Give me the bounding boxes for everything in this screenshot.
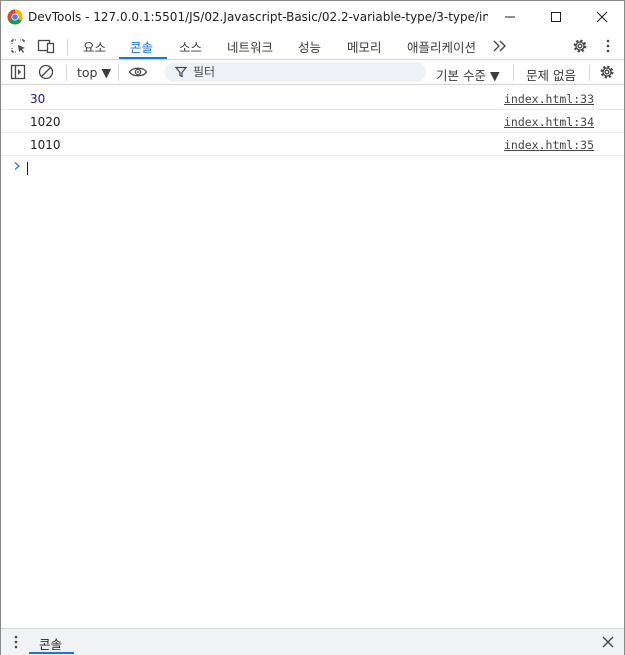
clear-console-icon[interactable] bbox=[38, 64, 54, 80]
message-value: 30 bbox=[30, 92, 46, 106]
toolbar-separator bbox=[589, 65, 590, 81]
active-tab-indicator bbox=[119, 57, 167, 59]
drawer: 콘솔 bbox=[1, 628, 624, 655]
eye-icon[interactable] bbox=[128, 64, 148, 80]
source-link[interactable]: index.html:33 bbox=[504, 92, 594, 106]
drawer-close-icon[interactable] bbox=[601, 635, 615, 649]
maximize-button[interactable] bbox=[533, 1, 579, 33]
device-toolbar-icon[interactable] bbox=[37, 38, 55, 54]
tab-memory[interactable]: 메모리 bbox=[347, 37, 382, 56]
tab-console[interactable]: 콘솔 bbox=[130, 37, 153, 56]
chrome-logo-icon bbox=[7, 9, 23, 25]
close-window-button[interactable] bbox=[579, 1, 625, 33]
console-toolbar: top ▼ 기본 수준 ▼ 문제 없음 bbox=[1, 60, 624, 85]
source-link[interactable]: index.html:34 bbox=[504, 115, 594, 129]
console-message: 1010 index.html:35 bbox=[1, 133, 624, 156]
console-messages: 30 index.html:33 1020 index.html:34 1010… bbox=[1, 87, 624, 180]
toolbar-separator bbox=[66, 65, 67, 81]
console-message: 30 index.html:33 bbox=[1, 87, 624, 110]
drawer-menu-icon[interactable] bbox=[13, 635, 19, 649]
filter-icon bbox=[175, 66, 187, 78]
drawer-tab-console[interactable]: 콘솔 bbox=[39, 634, 62, 653]
filter-input[interactable] bbox=[193, 64, 413, 80]
console-settings-icon[interactable] bbox=[599, 64, 615, 80]
title-bar: DevTools - 127.0.0.1:5501/JS/02.Javascri… bbox=[1, 1, 624, 33]
drawer-active-indicator bbox=[29, 652, 74, 654]
source-link[interactable]: index.html:35 bbox=[504, 138, 594, 152]
maximize-icon bbox=[551, 12, 561, 22]
tab-separator bbox=[67, 39, 68, 55]
log-levels-dropdown[interactable]: 기본 수준 ▼ bbox=[436, 65, 500, 84]
panel-tab-bar: 요소 콘솔 소스 네트워크 성능 메모리 애플리케이션 bbox=[1, 33, 624, 60]
minimize-icon bbox=[505, 16, 515, 18]
context-selector[interactable]: top ▼ bbox=[77, 65, 111, 80]
message-value: 1010 bbox=[30, 138, 61, 152]
prompt-chevron-icon bbox=[14, 162, 20, 170]
minimize-button[interactable] bbox=[487, 1, 533, 33]
tab-network[interactable]: 네트워크 bbox=[227, 37, 273, 56]
tab-performance[interactable]: 성능 bbox=[298, 37, 321, 56]
settings-icon[interactable] bbox=[571, 38, 589, 54]
devtools-window: DevTools - 127.0.0.1:5501/JS/02.Javascri… bbox=[0, 0, 625, 655]
console-message: 1020 index.html:34 bbox=[1, 110, 624, 133]
sidebar-toggle-icon[interactable] bbox=[10, 64, 26, 80]
tab-sources[interactable]: 소스 bbox=[179, 37, 202, 56]
more-tabs-icon[interactable] bbox=[491, 38, 509, 54]
console-prompt[interactable] bbox=[1, 156, 624, 180]
kebab-menu-icon[interactable] bbox=[599, 38, 617, 54]
tab-elements[interactable]: 요소 bbox=[83, 37, 106, 56]
issues-counter[interactable]: 문제 없음 bbox=[526, 65, 576, 84]
message-value: 1020 bbox=[30, 115, 61, 129]
text-caret bbox=[27, 162, 28, 175]
toolbar-separator bbox=[513, 65, 514, 81]
tab-application[interactable]: 애플리케이션 bbox=[407, 37, 476, 56]
inspect-element-icon[interactable] bbox=[10, 38, 28, 54]
close-icon bbox=[596, 11, 608, 23]
window-title: DevTools - 127.0.0.1:5501/JS/02.Javascri… bbox=[28, 10, 488, 24]
toolbar-separator bbox=[118, 65, 119, 81]
filter-box[interactable] bbox=[165, 62, 426, 82]
